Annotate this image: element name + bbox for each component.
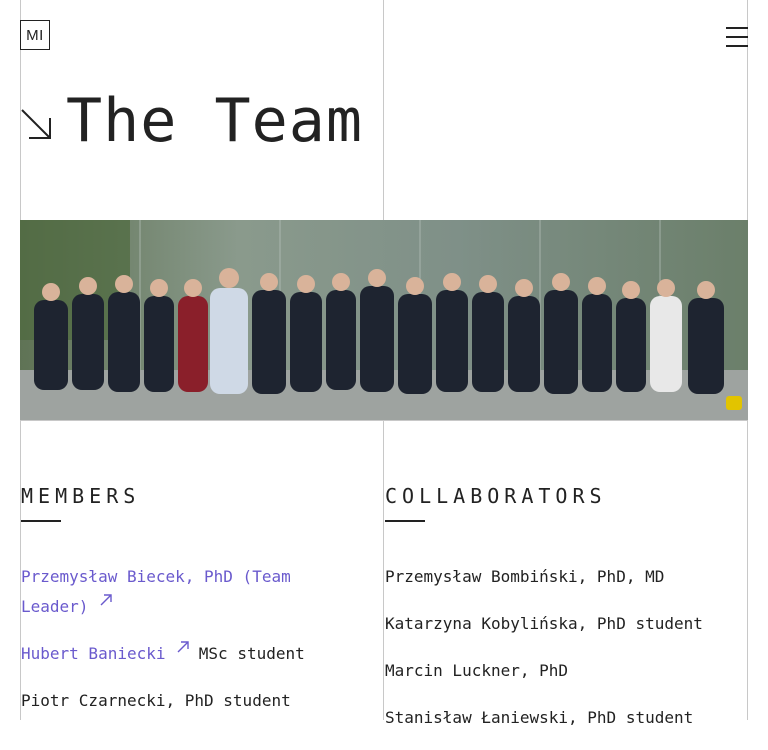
member-name-line1: Przemysław Biecek, PhD (Team bbox=[21, 567, 291, 586]
list-item: Piotr Czarnecki, PhD student bbox=[21, 686, 351, 716]
member-name: Hubert Baniecki bbox=[21, 644, 166, 663]
member-role: MSc student bbox=[198, 644, 305, 663]
collaborators-list: Przemysław Bombiński, PhD, MD Katarzyna … bbox=[385, 562, 745, 750]
list-item: Marcin Luckner, PhD bbox=[385, 661, 569, 680]
grid-line-horizontal bbox=[20, 420, 748, 421]
members-heading: MEMBERS bbox=[21, 484, 141, 508]
members-list: Przemysław Biecek, PhD (Team Leader) Hub… bbox=[21, 562, 351, 733]
external-link-icon bbox=[100, 594, 112, 606]
list-item: Hubert Baniecki MSc student bbox=[21, 639, 351, 669]
member-link-biecek[interactable]: Przemysław Biecek, PhD (Team Leader) bbox=[21, 567, 291, 616]
list-item: Katarzyna Kobylińska, PhD student bbox=[385, 614, 703, 633]
team-photo bbox=[20, 220, 748, 420]
members-heading-underline bbox=[21, 520, 61, 522]
list-item: Stanisław Łaniewski, PhD student bbox=[385, 708, 694, 727]
arrow-down-right-icon bbox=[21, 109, 51, 139]
list-item: Przemysław Bombiński, PhD, MD bbox=[385, 567, 665, 586]
site-logo[interactable]: MI bbox=[20, 20, 50, 50]
hamburger-menu-icon[interactable] bbox=[726, 27, 748, 47]
collaborators-heading-underline bbox=[385, 520, 425, 522]
page-title: The Team bbox=[66, 86, 363, 156]
page-title-row: The Team bbox=[20, 86, 363, 156]
list-item: Przemysław Biecek, PhD (Team Leader) bbox=[21, 562, 351, 622]
collaborators-heading: COLLABORATORS bbox=[385, 484, 607, 508]
member-link-baniecki[interactable]: Hubert Baniecki bbox=[21, 641, 199, 663]
external-link-icon bbox=[177, 641, 189, 653]
member-name: Piotr Czarnecki, PhD student bbox=[21, 691, 291, 710]
member-name-line2: Leader) bbox=[21, 597, 89, 616]
